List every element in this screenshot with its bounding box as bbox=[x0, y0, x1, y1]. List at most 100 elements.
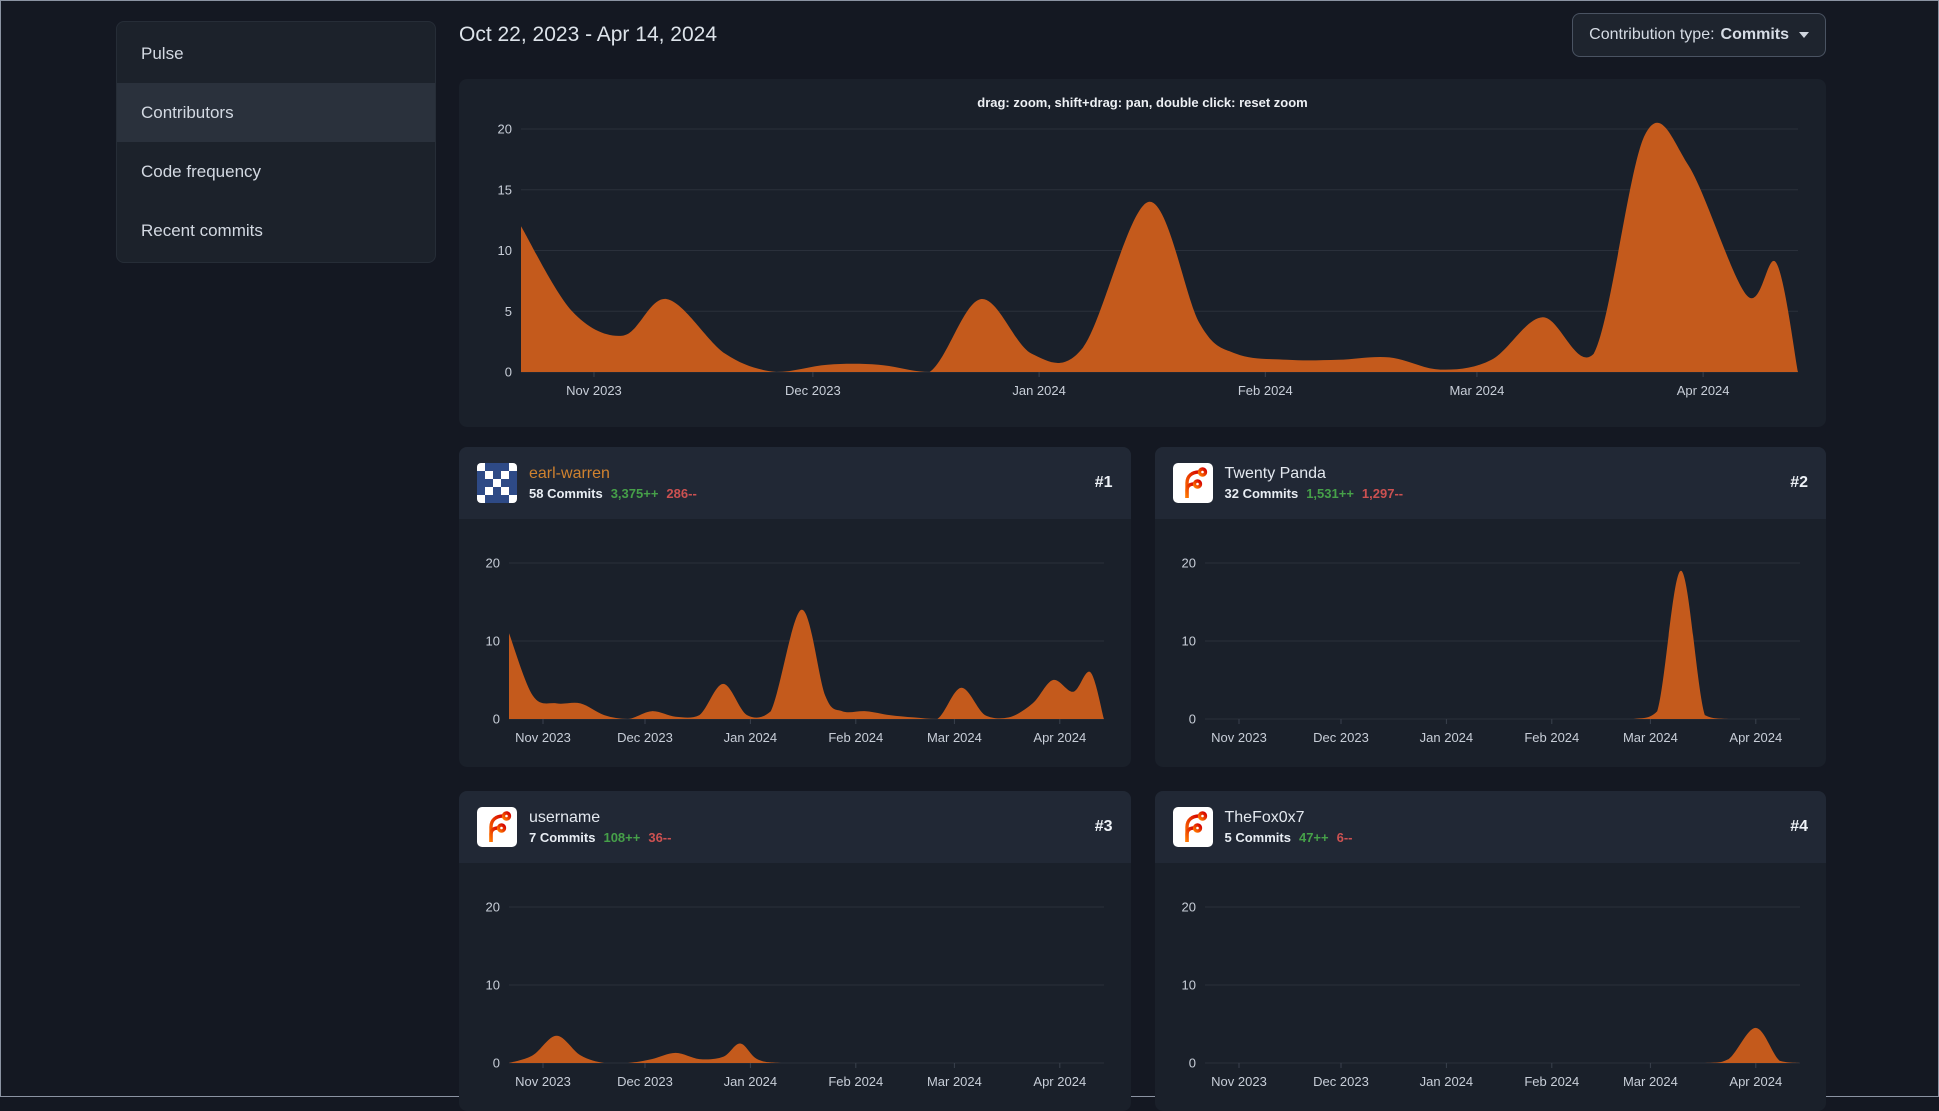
svg-text:Apr 2024: Apr 2024 bbox=[1677, 383, 1730, 398]
contributor-identity: Twenty Panda 32 Commits 1,531++ 1,297-- bbox=[1225, 465, 1404, 501]
contributor-commits-chart[interactable]: 0 10 20 Nov 2023 Dec 2023 Jan 2024 Feb 2024 Mar… bbox=[1155, 519, 1826, 749]
contributor-stats: 5 Commits 47++ 6-- bbox=[1225, 830, 1353, 845]
identicon-avatar-image bbox=[477, 463, 517, 503]
svg-text:15: 15 bbox=[498, 182, 512, 197]
contribution-type-value: Commits bbox=[1720, 26, 1789, 43]
svg-text:Nov 2023: Nov 2023 bbox=[515, 730, 571, 745]
svg-text:Apr 2024: Apr 2024 bbox=[1729, 1074, 1782, 1089]
svg-text:Mar 2024: Mar 2024 bbox=[1622, 730, 1677, 745]
deletions-count: 36-- bbox=[648, 830, 672, 845]
date-range-title: Oct 22, 2023 - Apr 14, 2024 bbox=[459, 23, 718, 46]
svg-text:10: 10 bbox=[498, 243, 512, 258]
contributor-name-link[interactable]: earl-warren bbox=[529, 465, 697, 483]
repo-activity-sidebar: Pulse Contributors Code frequency Recent… bbox=[116, 21, 436, 263]
svg-text:Apr 2024: Apr 2024 bbox=[1033, 1074, 1086, 1089]
rank-badge: #1 bbox=[1094, 474, 1113, 491]
svg-text:Nov 2023: Nov 2023 bbox=[566, 383, 622, 398]
svg-text:Feb 2024: Feb 2024 bbox=[828, 730, 883, 745]
chevron-down-icon bbox=[1799, 32, 1809, 38]
svg-text:0: 0 bbox=[505, 365, 512, 380]
svg-text:Nov 2023: Nov 2023 bbox=[515, 1074, 571, 1089]
svg-text:Dec 2023: Dec 2023 bbox=[617, 1074, 673, 1089]
overall-commits-chart[interactable]: 0 5 10 15 20 Nov 2023 Dec 2023 Jan 2024 Feb 2024… bbox=[459, 115, 1826, 415]
contributor-identity: username 7 Commits 108++ 36-- bbox=[529, 809, 671, 845]
avatar[interactable] bbox=[1172, 807, 1213, 847]
svg-text:Mar 2024: Mar 2024 bbox=[1622, 1074, 1677, 1089]
forgejo-logo-avatar-image bbox=[477, 807, 517, 847]
svg-text:Jan 2024: Jan 2024 bbox=[724, 1074, 778, 1089]
svg-text:Jan 2024: Jan 2024 bbox=[724, 730, 778, 745]
forgejo-logo-avatar-image bbox=[1172, 463, 1213, 503]
contributor-commits-chart[interactable]: 0 10 20 Nov 2023 Dec 2023 Jan 2024 Feb 2024 Mar… bbox=[459, 519, 1130, 749]
contributor-card: username 7 Commits 108++ 36-- #3 0 10 20 No… bbox=[459, 791, 1131, 1111]
forgejo-logo-avatar-image bbox=[1172, 807, 1213, 847]
contribution-type-label: Contribution type: bbox=[1589, 26, 1715, 43]
svg-text:20: 20 bbox=[1181, 900, 1195, 915]
svg-text:Nov 2023: Nov 2023 bbox=[1211, 730, 1267, 745]
avatar[interactable] bbox=[1172, 463, 1213, 503]
svg-text:10: 10 bbox=[486, 634, 500, 649]
svg-text:20: 20 bbox=[486, 556, 500, 571]
overall-activity-panel: drag: zoom, shift+drag: pan, double clic… bbox=[459, 79, 1826, 427]
svg-text:Feb 2024: Feb 2024 bbox=[828, 1074, 883, 1089]
contributor-name-link[interactable]: username bbox=[529, 809, 671, 827]
svg-text:Jan 2024: Jan 2024 bbox=[1419, 1074, 1473, 1089]
svg-text:20: 20 bbox=[1181, 556, 1195, 571]
contributor-identity: TheFox0x7 5 Commits 47++ 6-- bbox=[1225, 809, 1353, 845]
contributor-stats: 32 Commits 1,531++ 1,297-- bbox=[1225, 486, 1404, 501]
contributor-card-header: TheFox0x7 5 Commits 47++ 6-- #4 bbox=[1154, 791, 1826, 863]
sidebar-item-recent-commits[interactable]: Recent commits bbox=[117, 201, 435, 260]
avatar[interactable] bbox=[477, 463, 517, 503]
page-header: Oct 22, 2023 - Apr 14, 2024 Contribution… bbox=[459, 13, 1826, 57]
contributor-card: Twenty Panda 32 Commits 1,531++ 1,297-- … bbox=[1154, 447, 1826, 767]
avatar[interactable] bbox=[477, 807, 517, 847]
deletions-count: 286-- bbox=[666, 486, 697, 501]
contributor-stats: 58 Commits 3,375++ 286-- bbox=[529, 486, 697, 501]
commit-count: 5 Commits bbox=[1224, 830, 1291, 845]
contributor-card-header: earl-warren 58 Commits 3,375++ 286-- #1 bbox=[459, 447, 1131, 519]
contributor-card-header: username 7 Commits 108++ 36-- #3 bbox=[459, 791, 1131, 863]
contribution-type-dropdown[interactable]: Contribution type: Commits bbox=[1572, 13, 1826, 57]
svg-text:5: 5 bbox=[505, 304, 512, 319]
commit-count: 58 Commits bbox=[529, 486, 603, 501]
additions-count: 3,375++ bbox=[610, 486, 659, 501]
contributor-commits-chart[interactable]: 0 10 20 Nov 2023 Dec 2023 Jan 2024 Feb 2024 Mar… bbox=[459, 863, 1130, 1093]
contributor-card: earl-warren 58 Commits 3,375++ 286-- #1 … bbox=[459, 447, 1131, 767]
sidebar-item-code-frequency[interactable]: Code frequency bbox=[117, 142, 435, 201]
chart-zoom-hint: drag: zoom, shift+drag: pan, double clic… bbox=[977, 95, 1308, 110]
contributor-name-link[interactable]: Twenty Panda bbox=[1225, 465, 1404, 483]
svg-text:0: 0 bbox=[493, 1056, 500, 1071]
contributor-commits-chart[interactable]: 0 10 20 Nov 2023 Dec 2023 Jan 2024 Feb 2024 Mar… bbox=[1155, 863, 1826, 1093]
svg-text:Mar 2024: Mar 2024 bbox=[927, 1074, 982, 1089]
svg-text:Dec 2023: Dec 2023 bbox=[785, 383, 841, 398]
deletions-count: 1,297-- bbox=[1361, 486, 1404, 501]
svg-text:Feb 2024: Feb 2024 bbox=[1524, 730, 1579, 745]
svg-text:10: 10 bbox=[1181, 634, 1195, 649]
svg-text:0: 0 bbox=[1188, 1056, 1195, 1071]
svg-text:20: 20 bbox=[498, 122, 512, 137]
svg-text:Jan 2024: Jan 2024 bbox=[1012, 383, 1066, 398]
svg-text:Feb 2024: Feb 2024 bbox=[1524, 1074, 1579, 1089]
rank-badge: #2 bbox=[1790, 474, 1808, 491]
svg-text:10: 10 bbox=[486, 978, 500, 993]
svg-text:Dec 2023: Dec 2023 bbox=[1313, 730, 1369, 745]
sidebar-item-pulse[interactable]: Pulse bbox=[117, 24, 435, 83]
contributor-card: TheFox0x7 5 Commits 47++ 6-- #4 0 10 20 Nov… bbox=[1154, 791, 1826, 1111]
rank-badge: #4 bbox=[1790, 818, 1808, 835]
svg-text:Nov 2023: Nov 2023 bbox=[1211, 1074, 1267, 1089]
contributor-stats: 7 Commits 108++ 36-- bbox=[529, 830, 671, 845]
additions-count: 1,531++ bbox=[1306, 486, 1354, 501]
additions-count: 108++ bbox=[603, 830, 641, 845]
additions-count: 47++ bbox=[1298, 830, 1329, 845]
svg-text:Mar 2024: Mar 2024 bbox=[927, 730, 982, 745]
sidebar-item-contributors[interactable]: Contributors bbox=[117, 83, 435, 142]
contributor-name-link[interactable]: TheFox0x7 bbox=[1225, 809, 1353, 827]
rank-badge: #3 bbox=[1094, 818, 1113, 835]
contributor-cards-grid: earl-warren 58 Commits 3,375++ 286-- #1 … bbox=[459, 447, 1826, 1111]
svg-text:Jan 2024: Jan 2024 bbox=[1419, 730, 1473, 745]
svg-text:10: 10 bbox=[1181, 978, 1195, 993]
contributor-identity: earl-warren 58 Commits 3,375++ 286-- bbox=[529, 465, 697, 501]
svg-text:Dec 2023: Dec 2023 bbox=[617, 730, 673, 745]
commit-count: 7 Commits bbox=[529, 830, 596, 845]
svg-text:0: 0 bbox=[493, 712, 500, 727]
